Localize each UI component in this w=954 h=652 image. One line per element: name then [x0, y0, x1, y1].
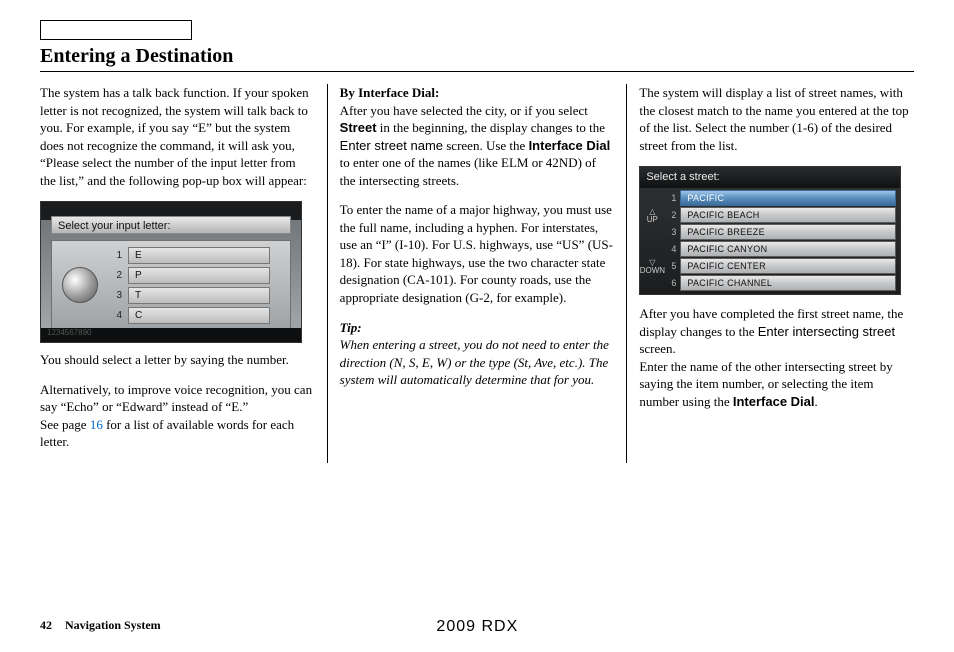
col1-para1: The system has a talk back function. If …: [40, 84, 315, 189]
col2-para1: By Interface Dial: After you have select…: [340, 84, 615, 189]
footer-section: Navigation System: [65, 618, 161, 632]
col3-para1: The system will display a list of street…: [639, 84, 914, 154]
column-3: The system will display a list of street…: [626, 84, 914, 463]
s2-title: Select a street:: [640, 167, 900, 188]
col2-para2: To enter the name of a major highway, yo…: [340, 201, 615, 306]
col2-tip: Tip: When entering a street, you do not …: [340, 319, 615, 389]
s1-list: 1E 2P 3T 4C: [108, 245, 290, 325]
col3-para2: After you have completed the first stree…: [639, 305, 914, 410]
top-empty-box: [40, 20, 192, 40]
col2-heading: By Interface Dial:: [340, 85, 440, 100]
list-item: 4PACIFIC CANYON: [664, 241, 896, 257]
page-link-16[interactable]: 16: [90, 417, 103, 432]
list-item: 2PACIFIC BEACH: [664, 207, 896, 223]
content-columns: The system has a talk back function. If …: [40, 84, 914, 463]
page-title: Entering a Destination: [40, 45, 914, 68]
column-2: By Interface Dial: After you have select…: [327, 84, 627, 463]
s1-row: 2P: [108, 265, 290, 285]
s1-row: 3T: [108, 285, 290, 305]
col1-para3: Alternatively, to improve voice recognit…: [40, 381, 315, 451]
s1-row: 4C: [108, 305, 290, 325]
s2-arrows: △UP ▽DOWN: [640, 188, 664, 294]
up-arrow-icon: △UP: [647, 208, 658, 224]
list-item: 5PACIFIC CENTER: [664, 258, 896, 274]
s1-bottom: 1234567890: [41, 328, 301, 342]
page-footer: 42 Navigation System 2009 RDX: [40, 618, 914, 636]
s1-row: 1E: [108, 245, 290, 265]
dial-icon: [62, 267, 98, 303]
down-arrow-icon: ▽DOWN: [640, 259, 665, 275]
page-number: 42: [40, 618, 52, 632]
screenshot-select-street: Select a street: △UP ▽DOWN 1PACIFIC 2PAC…: [639, 166, 901, 295]
column-1: The system has a talk back function. If …: [40, 84, 327, 463]
list-item: 1PACIFIC: [664, 190, 896, 206]
footer-model: 2009 RDX: [161, 618, 794, 636]
col1-para2: You should select a letter by saying the…: [40, 351, 315, 369]
s1-title: Select your input letter:: [51, 216, 291, 234]
title-rule: [40, 71, 914, 72]
list-item: 3PACIFIC BREEZE: [664, 224, 896, 240]
list-item: 6PACIFIC CHANNEL: [664, 275, 896, 291]
screenshot-input-letter: Select your input letter: 1E 2P 3T 4C 12…: [40, 201, 302, 343]
s2-list: 1PACIFIC 2PACIFIC BEACH 3PACIFIC BREEZE …: [664, 188, 900, 294]
